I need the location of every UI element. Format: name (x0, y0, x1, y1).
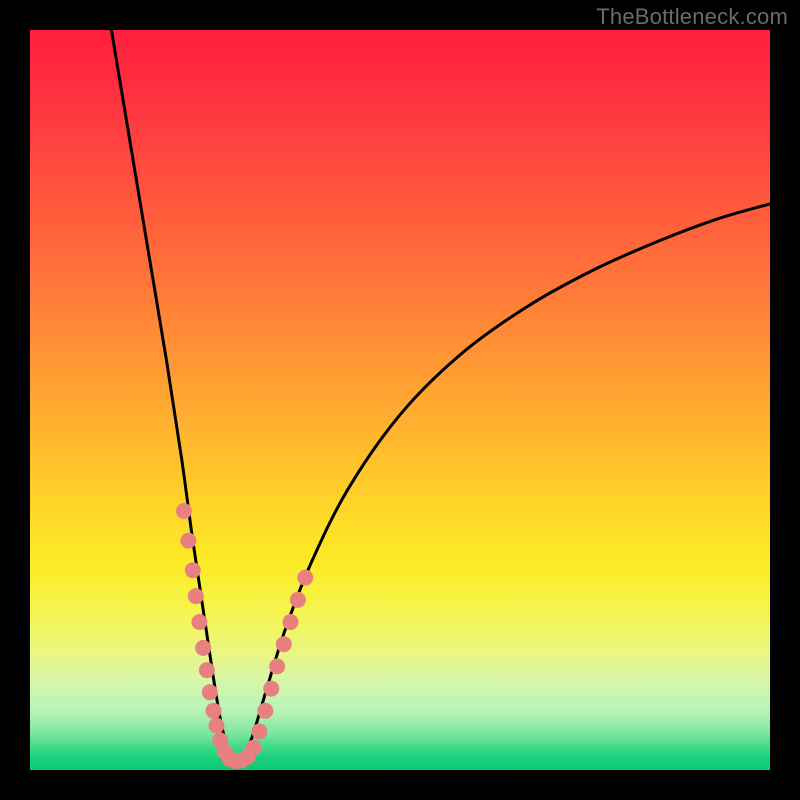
data-dot (251, 724, 267, 740)
data-dot (263, 681, 279, 697)
data-dot (276, 636, 292, 652)
plot-area (30, 30, 770, 770)
chart-svg (30, 30, 770, 770)
data-dot (185, 562, 201, 578)
data-dot (282, 614, 298, 630)
data-dot (206, 703, 222, 719)
data-dot (269, 658, 285, 674)
data-dot (199, 662, 215, 678)
data-dot (202, 684, 218, 700)
curve-layer (111, 30, 770, 763)
chart-frame: TheBottleneck.com (0, 0, 800, 800)
data-dot (290, 592, 306, 608)
data-dot (245, 740, 261, 756)
data-dot (176, 503, 192, 519)
data-dot (257, 703, 273, 719)
data-dot (208, 718, 224, 734)
data-dot (188, 588, 204, 604)
data-dot (297, 570, 313, 586)
bottleneck-curve (111, 30, 770, 763)
watermark-text: TheBottleneck.com (596, 4, 788, 30)
data-dot (180, 533, 196, 549)
data-dot (191, 614, 207, 630)
data-dot (195, 640, 211, 656)
dots-layer (176, 503, 313, 769)
